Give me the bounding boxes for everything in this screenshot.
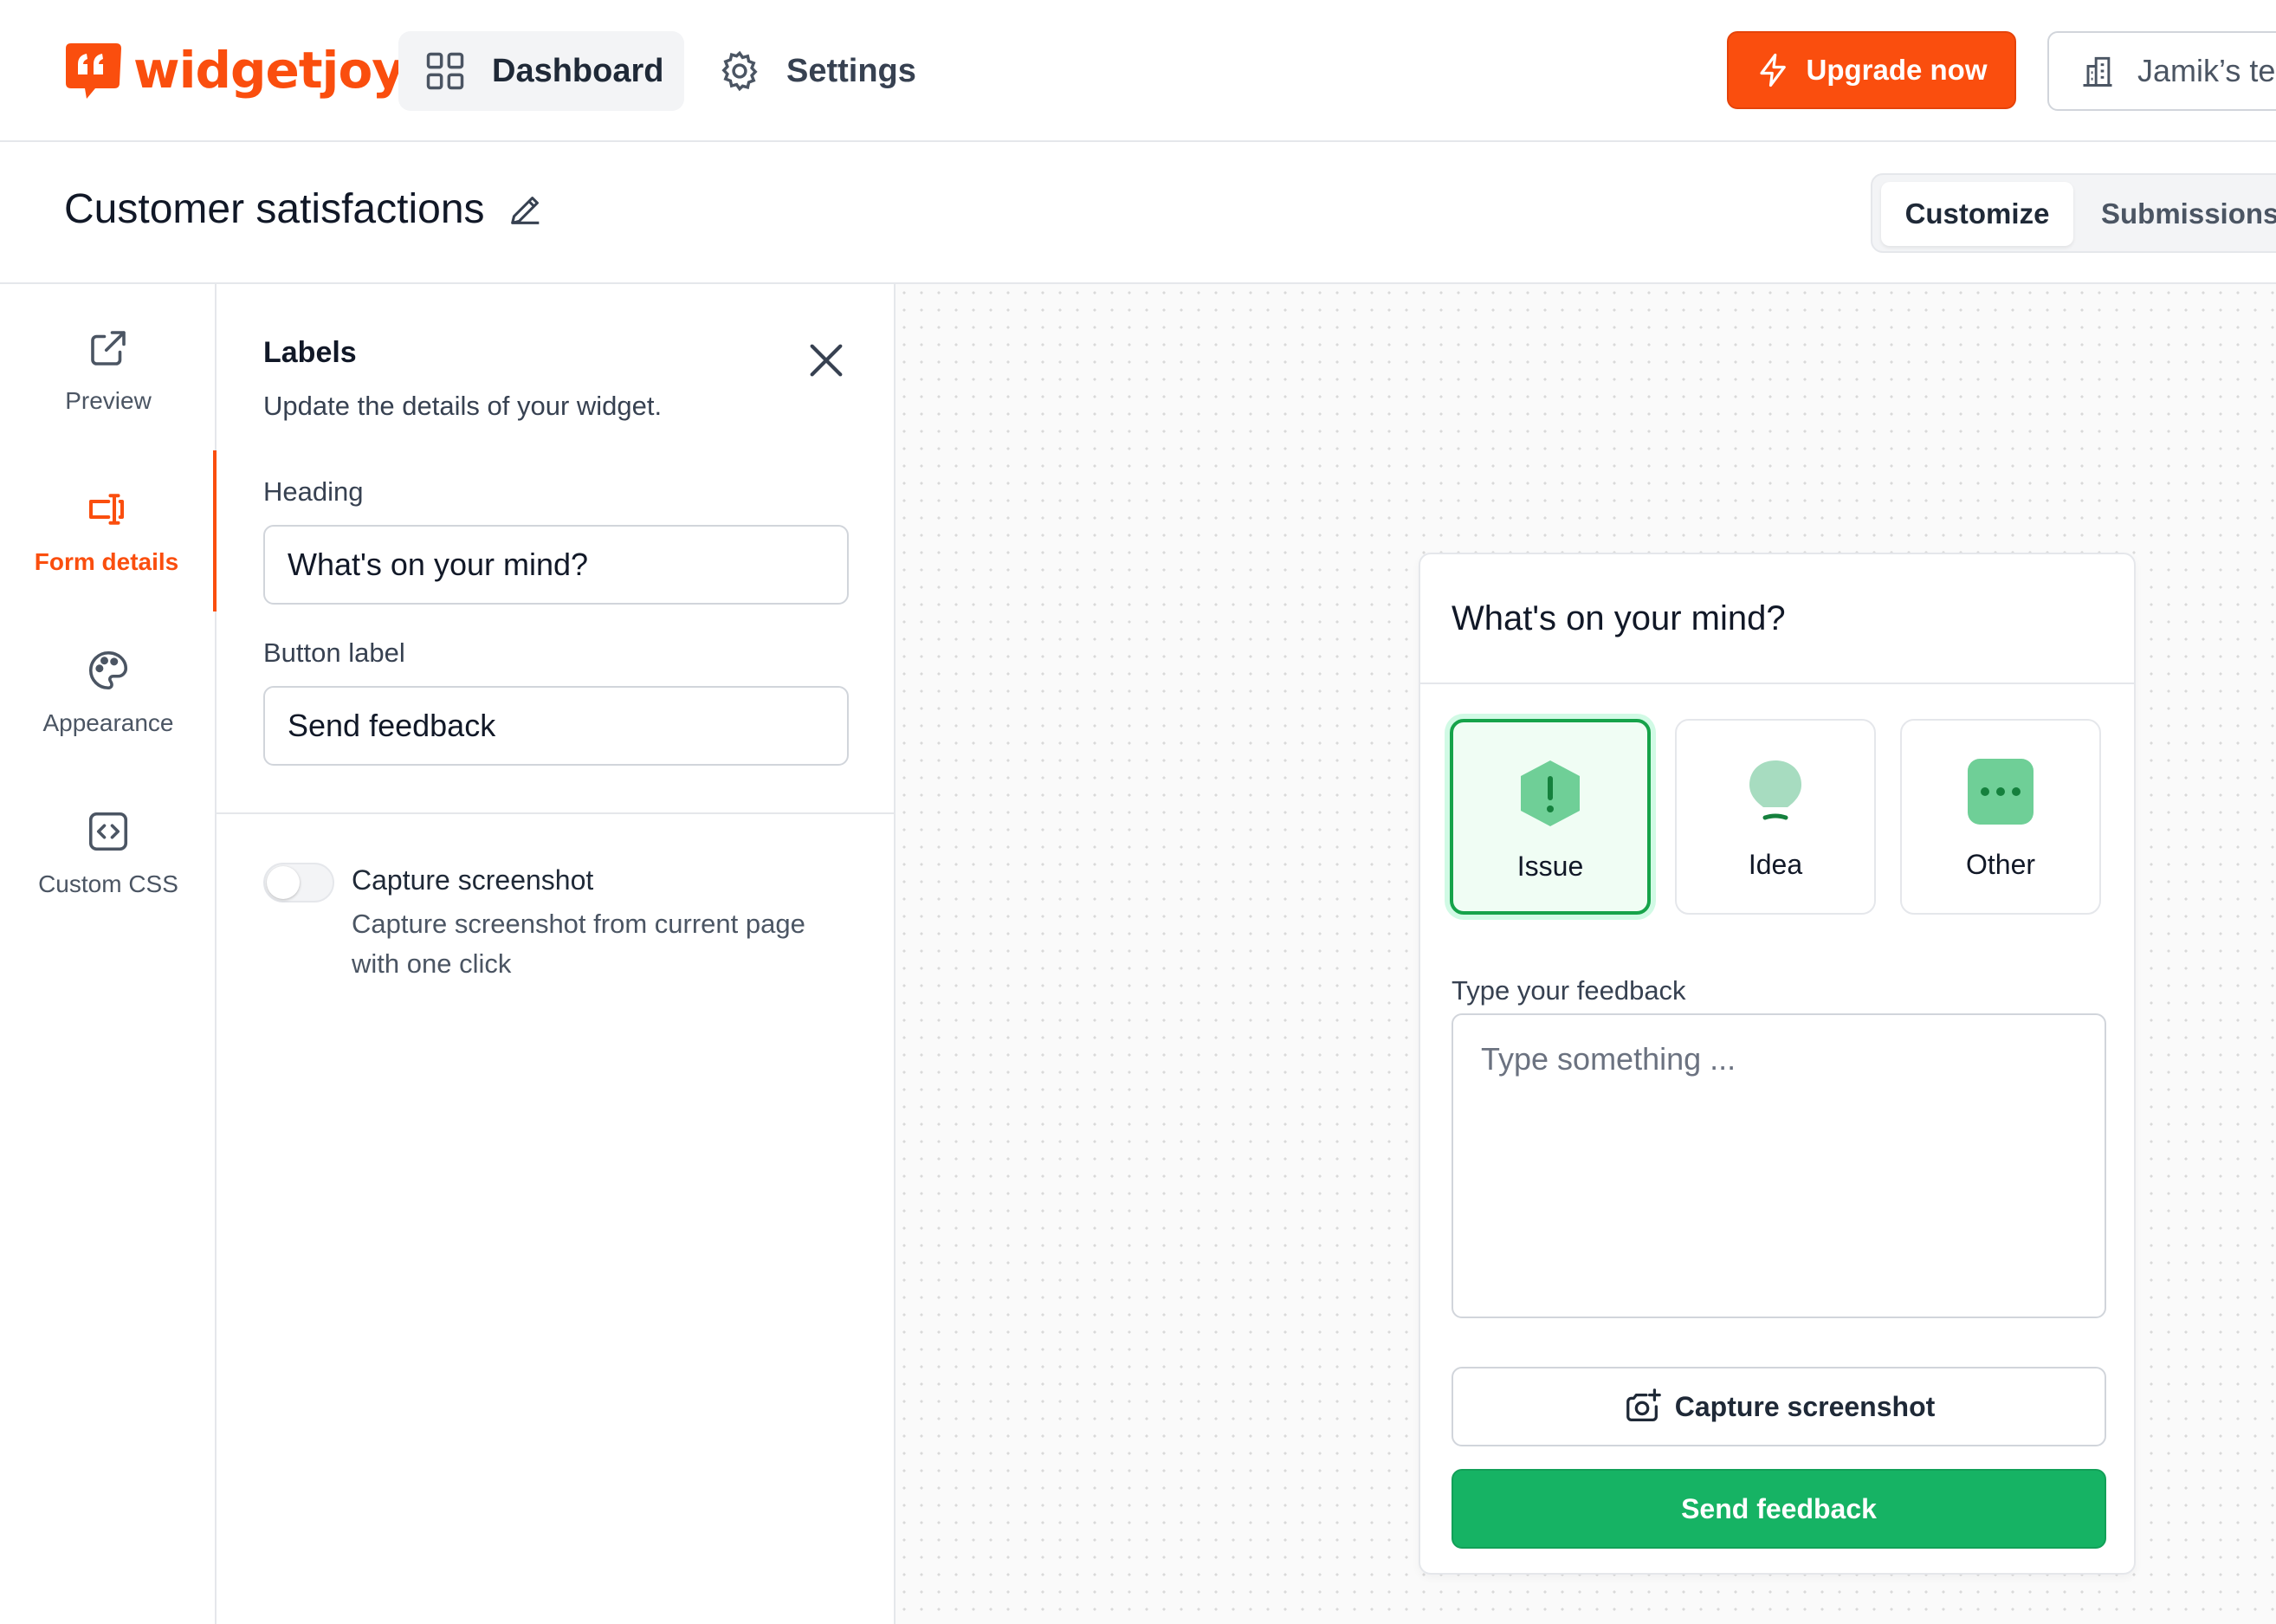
tab-customize[interactable]: Customize bbox=[1881, 182, 2073, 246]
form-input-icon bbox=[88, 494, 125, 525]
panel-header: Labels Update the details of your widget… bbox=[263, 336, 662, 422]
sidebar-item-appearance[interactable]: Appearance bbox=[0, 611, 217, 773]
lightbulb-icon bbox=[1749, 760, 1801, 820]
feedback-textarea[interactable]: Type something ... bbox=[1452, 1013, 2106, 1318]
view-tabs: Customize Submissions bbox=[1871, 173, 2276, 253]
page-title-text: Customer satisfactions bbox=[64, 186, 485, 232]
category-issue[interactable]: Issue bbox=[1450, 719, 1651, 915]
alert-hexagon-icon bbox=[1521, 760, 1580, 826]
capture-toggle-description: Capture screenshot from current page wit… bbox=[352, 909, 805, 979]
capture-screenshot-button[interactable]: Capture screenshot bbox=[1452, 1367, 2106, 1446]
heading-input[interactable]: What's on your mind? bbox=[263, 525, 849, 605]
send-feedback-button[interactable]: Send feedback bbox=[1452, 1469, 2106, 1549]
category-icon-wrap bbox=[1453, 757, 1647, 830]
category-label: Other bbox=[1965, 849, 2036, 880]
lightning-icon bbox=[1760, 53, 1787, 87]
toggle-knob bbox=[267, 866, 300, 899]
building-icon bbox=[2083, 56, 2112, 87]
page-title: Customer satisfactions bbox=[64, 185, 546, 233]
sidebar-item-preview[interactable]: Preview bbox=[0, 289, 217, 450]
widget-heading: What's on your mind? bbox=[1452, 599, 1786, 637]
category-label: Issue bbox=[1516, 851, 1584, 882]
sidebar-item-label: Form details bbox=[34, 548, 179, 575]
panel-title: Labels bbox=[263, 336, 357, 369]
team-switcher-button[interactable]: Jamik’s te bbox=[2047, 31, 2276, 111]
customize-sidebar: Preview Form details Appearance Custom C… bbox=[0, 284, 217, 1624]
quote-bubble-logo-icon bbox=[66, 43, 121, 99]
palette-icon bbox=[89, 650, 128, 690]
category-icon-wrap bbox=[1677, 755, 1874, 828]
capture-toggle-title: Capture screenshot bbox=[352, 864, 594, 896]
labels-panel: Labels Update the details of your widget… bbox=[217, 284, 896, 1624]
heading-field-label: Heading bbox=[263, 476, 364, 507]
nav-settings[interactable]: Settings bbox=[693, 31, 953, 111]
nav-settings-label: Settings bbox=[786, 52, 916, 89]
sidebar-item-label: Custom CSS bbox=[38, 870, 178, 897]
capture-button-label: Capture screenshot bbox=[1674, 1390, 1936, 1422]
grid-icon bbox=[426, 52, 464, 90]
dots-icon bbox=[1968, 759, 2034, 825]
gear-icon bbox=[721, 50, 758, 92]
external-link-icon bbox=[91, 331, 126, 366]
widget-header: What's on your mind? bbox=[1420, 554, 2134, 684]
tab-submissions[interactable]: Submissions bbox=[2080, 182, 2276, 246]
sidebar-item-custom-css[interactable]: Custom CSS bbox=[0, 773, 217, 934]
upgrade-button[interactable]: Upgrade now bbox=[1727, 31, 2016, 109]
capture-screenshot-toggle[interactable] bbox=[263, 863, 334, 903]
preview-canvas: What's on your mind? Issue Idea Other Ty… bbox=[896, 284, 2276, 1624]
category-icon-wrap bbox=[1902, 755, 2099, 828]
sidebar-item-form-details[interactable]: Form details bbox=[0, 450, 217, 611]
button-label-field-label: Button label bbox=[263, 637, 405, 668]
category-other[interactable]: Other bbox=[1900, 719, 2101, 915]
code-icon bbox=[88, 812, 128, 851]
nav-dashboard[interactable]: Dashboard bbox=[398, 31, 684, 111]
category-idea[interactable]: Idea bbox=[1675, 719, 1876, 915]
brand-name: widgetjoy bbox=[133, 41, 404, 100]
feedback-widget-preview: What's on your mind? Issue Idea Other Ty… bbox=[1419, 553, 2136, 1575]
edit-pencil-icon[interactable] bbox=[506, 190, 546, 230]
page-header: Customer satisfactions Customize Submiss… bbox=[0, 142, 2276, 284]
close-icon[interactable] bbox=[802, 336, 850, 385]
brand-logo[interactable]: widgetjoy bbox=[61, 40, 404, 100]
category-label: Idea bbox=[1748, 849, 1803, 880]
sidebar-item-label: Preview bbox=[65, 387, 152, 414]
upgrade-label: Upgrade now bbox=[1806, 54, 1988, 86]
button-label-input[interactable]: Send feedback bbox=[263, 686, 849, 766]
panel-description: Update the details of your widget. bbox=[263, 391, 663, 421]
feedback-label: Type your feedback bbox=[1452, 975, 1686, 1006]
camera-plus-icon bbox=[1626, 1388, 1661, 1421]
panel-divider bbox=[217, 812, 894, 814]
team-name: Jamik’s te bbox=[2137, 53, 2276, 88]
sidebar-item-label: Appearance bbox=[42, 709, 174, 736]
nav-dashboard-label: Dashboard bbox=[492, 52, 664, 89]
top-navigation-bar: widgetjoy Dashboard Settings Upgrade now… bbox=[0, 0, 2276, 142]
